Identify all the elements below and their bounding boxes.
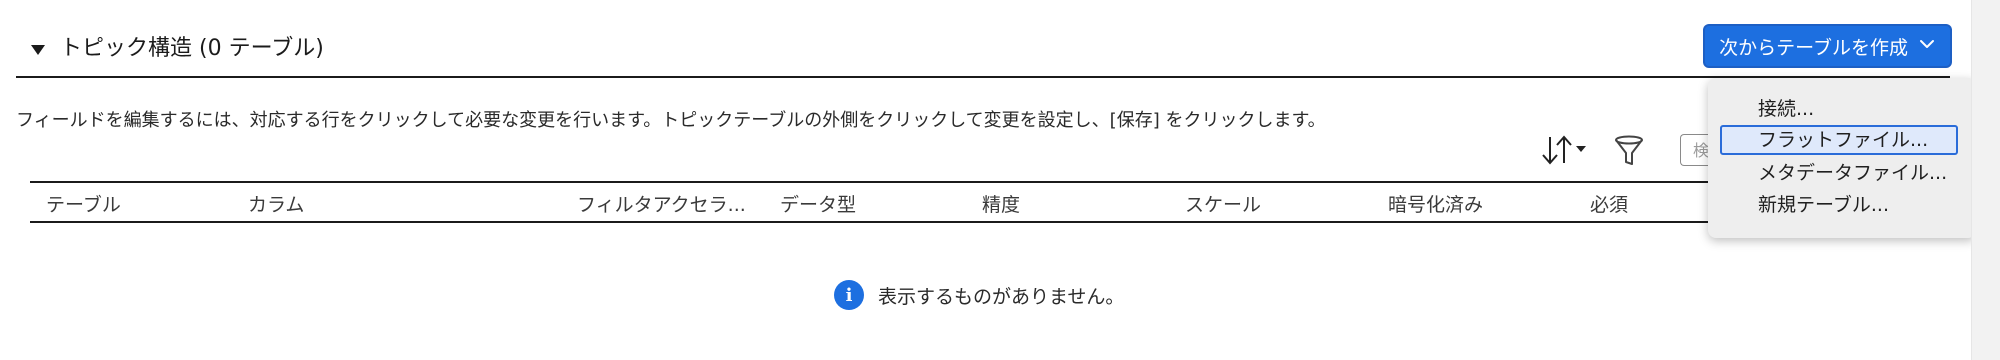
collapse-toggle-icon[interactable]	[26, 38, 50, 62]
column-header-encrypted[interactable]: 暗号化済み	[1388, 190, 1483, 217]
menu-item-flat-file[interactable]: フラットファイル...	[1720, 125, 1958, 155]
column-header-scale[interactable]: スケール	[1185, 190, 1261, 217]
table-header-row: テーブル カラム フィルタアクセラ... データ型 精度 スケール 暗号化済み …	[30, 181, 1710, 223]
sort-arrows-icon[interactable]	[1538, 132, 1594, 168]
create-table-from-button[interactable]: 次からテーブルを作成	[1705, 26, 1950, 66]
instruction-text: フィールドを編集するには、対応する行をクリックして必要な変更を行います。トピック…	[16, 110, 1326, 131]
column-header-data-type[interactable]: データ型	[780, 190, 856, 217]
empty-state: i 表示するものがありません。	[834, 280, 1124, 310]
menu-item-new-table[interactable]: 新規テーブル...	[1720, 190, 1958, 220]
column-header-precision[interactable]: 精度	[982, 190, 1020, 217]
page-scrollbar[interactable]	[1971, 0, 2000, 360]
search-placeholder: 検	[1693, 141, 1710, 160]
chevron-down-icon	[1918, 35, 1936, 58]
column-header-required[interactable]: 必須	[1590, 190, 1628, 217]
info-icon: i	[834, 280, 864, 310]
create-table-dropdown-menu: 接続... フラットファイル... メタデータファイル... 新規テーブル...	[1708, 78, 1976, 238]
menu-item-metadata-file[interactable]: メタデータファイル...	[1720, 158, 1958, 188]
topic-structure-header: トピック構造 (0 テーブル) 次からテーブルを作成	[16, 24, 1950, 78]
table-toolbar	[1538, 130, 1646, 170]
column-header-column[interactable]: カラム	[248, 190, 304, 217]
menu-item-connection[interactable]: 接続...	[1720, 94, 1958, 124]
column-header-table[interactable]: テーブル	[46, 190, 121, 217]
empty-state-message: 表示するものがありません。	[878, 285, 1125, 308]
filter-funnel-icon[interactable]	[1612, 133, 1646, 167]
create-table-from-label: 次からテーブルを作成	[1719, 36, 1908, 59]
page: トピック構造 (0 テーブル) 次からテーブルを作成 フィールドを編集するには、…	[0, 0, 2000, 360]
column-header-filter-accelerator[interactable]: フィルタアクセラ...	[577, 190, 746, 217]
section-title: トピック構造 (0 テーブル)	[60, 36, 324, 61]
